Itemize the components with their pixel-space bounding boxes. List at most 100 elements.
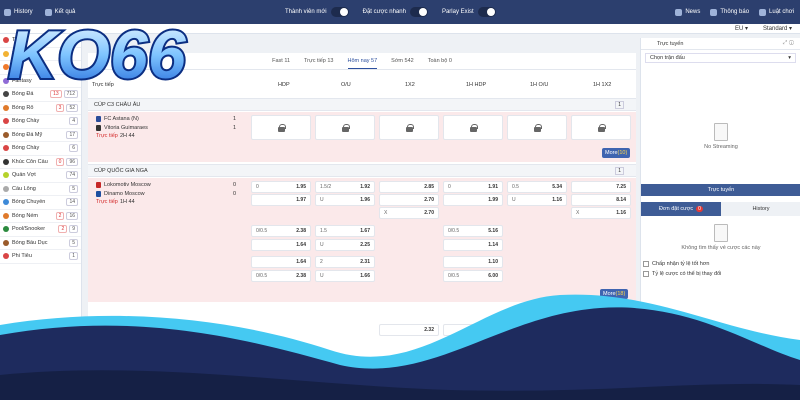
accept-better-odds[interactable]: Chấp nhận tỷ lệ tốt hơn xyxy=(643,261,709,267)
odds-price: 1.95 xyxy=(296,184,306,190)
odds-cell[interactable]: U 2.25 xyxy=(315,239,375,251)
sidebar-item-label: Bóng Chuyền xyxy=(12,199,46,206)
language-select[interactable]: EU ▾ xyxy=(735,25,748,32)
live-status: Trực tiếp xyxy=(96,133,118,139)
odds-cell[interactable]: 1.5 1.67 xyxy=(315,225,375,237)
odds-cell[interactable]: 1.64 xyxy=(251,239,311,251)
odds-cell[interactable]: 2 2.31 xyxy=(315,256,375,268)
history-tab-label: History xyxy=(752,206,770,212)
rules-link[interactable]: Luật chơi xyxy=(759,8,794,16)
league-header[interactable]: CÚP C3 CHÂU ÂU 1 xyxy=(88,98,636,111)
checkbox[interactable] xyxy=(643,271,649,277)
expand-icon[interactable]: ⤢ ⓘ xyxy=(783,40,794,47)
toggle-switch[interactable] xyxy=(477,7,496,17)
odds-cell[interactable]: 0.5 5.34 xyxy=(507,181,567,193)
sidebar-item[interactable]: Pool/Snooker 2 9 xyxy=(0,223,81,237)
odds-cell[interactable]: 1.14 xyxy=(443,239,503,251)
more-markets-button[interactable]: More(10) xyxy=(602,148,631,158)
sidebar-item[interactable]: Khúc Côn Cầu 0 96 xyxy=(0,156,81,169)
league-page[interactable]: 1 xyxy=(615,100,624,109)
odds-cell[interactable]: 1.10 xyxy=(443,256,503,268)
odds-cell[interactable]: X 2.70 xyxy=(379,207,439,219)
bet-tabs: Đơn đặt cược 0 History xyxy=(641,202,800,216)
odds-change-notice[interactable]: Tỷ lệ cược có thể bị thay đổi xyxy=(643,271,721,277)
sidebar-item[interactable]: Bóng Bầu Dục 5 xyxy=(0,237,81,250)
ko66-logo: KO66 xyxy=(6,15,189,90)
new-member-toggle[interactable]: Thành viên mới xyxy=(285,7,349,17)
odds-cell[interactable]: U 1.66 xyxy=(315,270,375,282)
notice-link[interactable]: Thông báo xyxy=(710,8,749,16)
tab-all[interactable]: Toàn bộ 0 xyxy=(428,54,452,68)
odds-cell[interactable]: U 1.96 xyxy=(315,194,375,206)
odds-cell[interactable]: 0/0.5 6.00 xyxy=(443,270,503,282)
odds-cell[interactable]: 7.25 xyxy=(571,181,631,193)
league-header[interactable]: CÚP QUỐC GIA NGA 1 xyxy=(88,164,636,177)
odds-price: 2.70 xyxy=(424,197,434,203)
tab-bet-slip[interactable]: Đơn đặt cược 0 xyxy=(641,202,721,216)
odds-price: 2.38 xyxy=(296,273,306,279)
sidebar-item[interactable]: Bóng Chày 6 xyxy=(0,142,81,156)
odds-price: 1.97 xyxy=(296,197,306,203)
odds-cell[interactable]: 0 1.95 xyxy=(251,181,311,193)
odds-cell[interactable]: 0/0.5 5.16 xyxy=(443,225,503,237)
parlay-toggle[interactable]: Parlay Exist xyxy=(442,7,496,17)
odds-cell[interactable]: 0/0.5 2.38 xyxy=(251,225,311,237)
odds-cell[interactable]: 1.97 xyxy=(251,194,311,206)
tab-live[interactable]: Trực tiếp 13 xyxy=(304,54,333,68)
news-link[interactable]: News xyxy=(675,8,700,16)
toggle-switch[interactable] xyxy=(409,7,428,17)
team-crest-icon xyxy=(96,116,101,122)
locked-odds xyxy=(315,115,375,140)
odds-price: 2.85 xyxy=(424,184,434,190)
live-count: 14 xyxy=(66,198,78,207)
view-value: Standard xyxy=(763,26,788,32)
live-button-label: Trực tuyến xyxy=(707,187,735,193)
sidebar-item[interactable]: Bóng Ném 2 16 xyxy=(0,210,81,223)
rules-label: Luật chơi xyxy=(769,9,794,15)
sidebar-item[interactable]: Bóng Rổ 3 52 xyxy=(0,102,81,115)
sidebar-item[interactable]: Bóng Đá 13 712 xyxy=(0,88,81,102)
sidebar-item[interactable]: Quần Vợt 74 xyxy=(0,169,81,183)
league-page[interactable]: 1 xyxy=(615,166,624,175)
odds-cell[interactable]: 1.99 xyxy=(443,194,503,206)
checkbox[interactable] xyxy=(643,261,649,267)
sidebar-item[interactable]: Bóng Chày 4 xyxy=(0,115,81,129)
sport-icon xyxy=(3,158,9,165)
home-score: 1 xyxy=(233,116,237,122)
rules-icon xyxy=(759,8,767,16)
odds-cell[interactable]: U 1.16 xyxy=(507,194,567,206)
odds-cell[interactable]: 0 1.91 xyxy=(443,181,503,193)
sport-icon xyxy=(3,199,9,206)
odds-price: 1.64 xyxy=(296,242,306,248)
odds-price: 1.16 xyxy=(616,210,626,216)
match-select[interactable]: Chọn trận đấu ▾ xyxy=(645,53,796,63)
sidebar-item[interactable]: Bóng Chuyền 14 xyxy=(0,196,81,210)
tab-fast[interactable]: Fast 11 xyxy=(272,54,290,68)
sidebar-item[interactable]: Cầu Lông 5 xyxy=(0,183,81,196)
odds-cell[interactable]: 8.14 xyxy=(571,194,631,206)
away-team: Vitoria Guimaraes xyxy=(96,125,148,131)
document-icon xyxy=(714,224,728,242)
tab-history[interactable]: History xyxy=(721,202,800,216)
view-select[interactable]: Standard ▾ xyxy=(763,25,792,32)
sport-icon xyxy=(3,239,9,246)
odds-cell[interactable]: 2.70 xyxy=(379,194,439,206)
sidebar-item[interactable]: Bóng Đá Mỹ 17 xyxy=(0,129,81,142)
tab-early[interactable]: Sớm 542 xyxy=(391,54,414,68)
match-time: 2H 44 xyxy=(120,133,135,139)
live-button[interactable]: Trực tuyến xyxy=(641,184,800,196)
odds-cell[interactable]: 0/0.5 2.38 xyxy=(251,270,311,282)
sidebar-item[interactable]: Phi Tiêu 1 xyxy=(0,250,81,264)
odds-cell[interactable]: 2.85 xyxy=(379,181,439,193)
odds-price: 1.64 xyxy=(296,259,306,265)
odds-cell[interactable]: 1.64 xyxy=(251,256,311,268)
sport-icon xyxy=(3,185,9,192)
tab-today[interactable]: Hôm nay 57 xyxy=(347,54,378,69)
live-count: 2 xyxy=(55,211,65,220)
toggle-switch[interactable] xyxy=(330,7,349,17)
lock-icon xyxy=(469,123,478,132)
odds-cell[interactable]: 1.5/2 1.92 xyxy=(315,181,375,193)
odds-cell[interactable]: X 1.16 xyxy=(571,207,631,219)
quick-bet-toggle[interactable]: Đặt cược nhanh xyxy=(363,7,428,17)
sport-icon xyxy=(3,118,9,125)
